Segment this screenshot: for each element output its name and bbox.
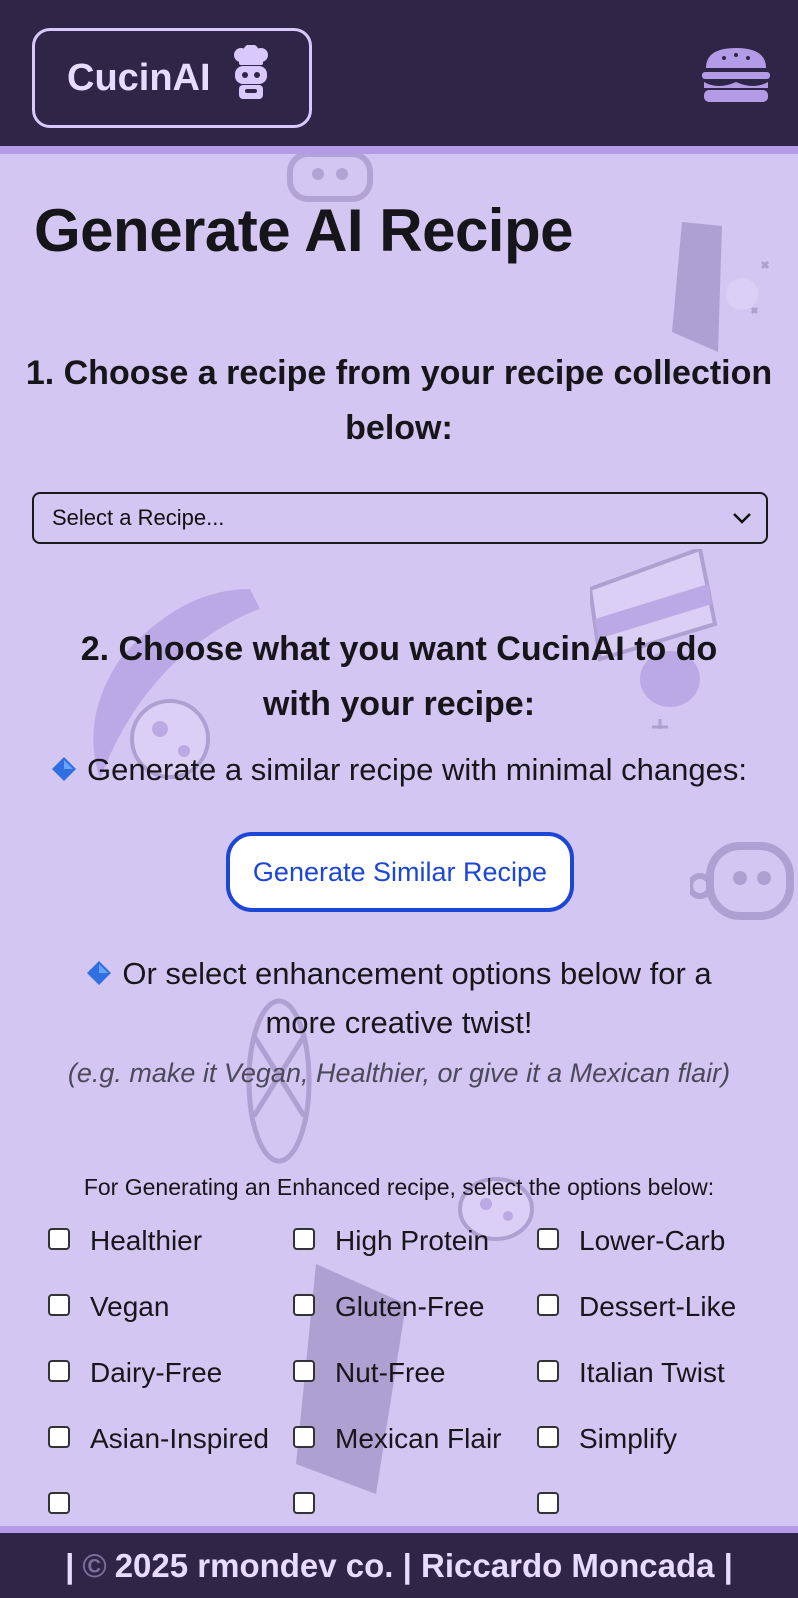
checkbox[interactable] xyxy=(537,1492,559,1514)
brand-name: CucinAI xyxy=(67,56,211,99)
checkbox[interactable] xyxy=(48,1294,70,1316)
option-high-protein[interactable]: High Protein xyxy=(293,1222,537,1260)
robot-head-doodle-icon xyxy=(690,842,794,920)
checkbox[interactable] xyxy=(293,1294,315,1316)
step-1-heading: 1. Choose a recipe from your recipe coll… xyxy=(25,354,773,447)
blue-diamond-icon xyxy=(86,952,112,999)
enhance-options-text: Or select enhancement options below for … xyxy=(0,950,798,1046)
page-title: Generate AI Recipe xyxy=(34,197,574,264)
page-footer: | © 2025 rmondev co. | Riccardo Moncada … xyxy=(0,1526,798,1598)
checkbox[interactable] xyxy=(537,1228,559,1250)
footer-text: 2025 rmondev co. | Riccardo Moncada | xyxy=(114,1546,733,1584)
main-content: Generate AI Recipe 1. Choose a recipe fr… xyxy=(0,154,798,1526)
option-mexican-flair[interactable]: Mexican Flair xyxy=(293,1420,537,1458)
checkbox[interactable] xyxy=(48,1492,70,1514)
enhancement-options: Healthier High Protein Lower-Carb Vegan … xyxy=(48,1222,798,1524)
option-dairy-free[interactable]: Dairy-Free xyxy=(48,1354,293,1392)
recipe-select-value: Select a Recipe... xyxy=(52,505,225,530)
copyright-icon: © xyxy=(82,1546,107,1584)
option-gluten-free[interactable]: Gluten-Free xyxy=(293,1288,537,1326)
chef-robot-icon xyxy=(229,44,273,111)
blue-diamond-icon xyxy=(51,748,77,795)
hamburger-menu-icon[interactable] xyxy=(700,44,772,109)
checkbox[interactable] xyxy=(293,1492,315,1514)
checkbox[interactable] xyxy=(293,1360,315,1382)
checkbox[interactable] xyxy=(537,1426,559,1448)
step-2-heading: 2. Choose what you want CucinAI to do wi… xyxy=(80,630,718,723)
brand-logo-button[interactable]: CucinAI xyxy=(32,28,312,128)
similar-recipe-label: Generate a similar recipe with minimal c… xyxy=(87,752,747,787)
chevron-down-icon xyxy=(732,505,752,531)
option-vegan[interactable]: Vegan xyxy=(48,1288,293,1326)
footer-prefix: | xyxy=(65,1546,75,1584)
enhance-options-label: Or select enhancement options below for … xyxy=(122,956,712,1041)
option-nut-free[interactable]: Nut-Free xyxy=(293,1354,537,1392)
app-header: CucinAI xyxy=(0,0,798,154)
checkbox[interactable] xyxy=(48,1360,70,1382)
cake-slice-doodle-icon xyxy=(672,222,770,352)
generate-similar-recipe-button[interactable]: Generate Similar Recipe xyxy=(226,832,574,912)
checkbox[interactable] xyxy=(48,1228,70,1250)
option-partial[interactable] xyxy=(537,1486,798,1524)
enhance-hint: (e.g. make it Vegan, Healthier, or give … xyxy=(67,1058,731,1088)
option-dessert-like[interactable]: Dessert-Like xyxy=(537,1288,798,1326)
option-partial[interactable] xyxy=(293,1486,537,1524)
options-title: For Generating an Enhanced recipe, selec… xyxy=(83,1174,715,1200)
option-asian-inspired[interactable]: Asian-Inspired xyxy=(48,1420,293,1458)
checkbox[interactable] xyxy=(537,1294,559,1316)
checkbox[interactable] xyxy=(48,1426,70,1448)
checkbox[interactable] xyxy=(293,1426,315,1448)
option-lower-carb[interactable]: Lower-Carb xyxy=(537,1222,798,1260)
similar-recipe-text: Generate a similar recipe with minimal c… xyxy=(0,746,798,795)
option-simplify[interactable]: Simplify xyxy=(537,1420,798,1458)
checkbox[interactable] xyxy=(537,1360,559,1382)
checkbox[interactable] xyxy=(293,1228,315,1250)
option-healthier[interactable]: Healthier xyxy=(48,1222,293,1260)
recipe-select[interactable]: Select a Recipe... xyxy=(32,492,768,544)
option-partial[interactable] xyxy=(48,1486,293,1524)
option-italian-twist[interactable]: Italian Twist xyxy=(537,1354,798,1392)
